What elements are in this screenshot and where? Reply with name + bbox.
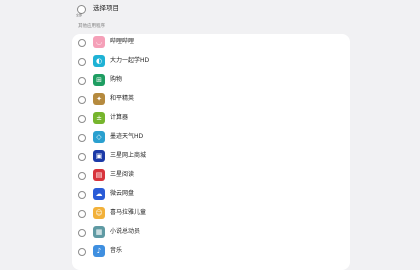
app-list-item[interactable]: ☁ 微云网盘 (72, 186, 350, 205)
app-label: 哔哩哔哩 (110, 38, 135, 45)
app-list-item[interactable]: ✦ 和平精英 (72, 91, 350, 110)
peace-elite-icon: ✦ (93, 93, 105, 105)
app-checkbox[interactable] (78, 115, 86, 123)
app-label: 购物 (110, 76, 123, 83)
app-label: 微云网盘 (110, 190, 135, 197)
app-label: 大力一起学HD (110, 57, 150, 64)
app-list-item[interactable]: ▣ 三星网上商城 (72, 148, 350, 167)
app-label: 计算器 (110, 114, 129, 121)
samsung-reader-icon: ▤ (93, 169, 105, 181)
app-checkbox[interactable] (78, 210, 86, 218)
app-checkbox[interactable] (78, 58, 86, 66)
moji-weather-icon: ◇ (93, 131, 105, 143)
ximalaya-kids-icon: ☺ (93, 207, 105, 219)
app-checkbox[interactable] (78, 96, 86, 104)
app-checkbox[interactable] (78, 229, 86, 237)
app-checkbox[interactable] (78, 153, 86, 161)
app-label: 三星网上商城 (110, 152, 147, 159)
page-title: 选择项目 (93, 4, 119, 12)
app-list-item[interactable]: ♪ 音乐 (72, 243, 350, 262)
weiyun-icon: ☁ (93, 188, 105, 200)
app-checkbox[interactable] (78, 134, 86, 142)
app-label: 墨迹天气HD (110, 133, 144, 140)
app-list-item[interactable]: ▦ 小说总动员 (72, 224, 350, 243)
bilibili-icon: ◡ (93, 36, 105, 48)
dali-icon: ◐ (93, 55, 105, 67)
app-list-item[interactable]: ◇ 墨迹天气HD (72, 129, 350, 148)
app-list-item[interactable]: ◡ 哔哩哔哩 (72, 34, 350, 53)
app-label: 三星阅读 (110, 171, 135, 178)
select-all-label: 全部 (76, 13, 83, 17)
app-checkbox[interactable] (78, 39, 86, 47)
app-list-item[interactable]: ⊞ 购物 (72, 72, 350, 91)
app-checkbox[interactable] (78, 172, 86, 180)
samsung-store-icon: ▣ (93, 150, 105, 162)
header: 全部 选择项目 (0, 0, 420, 24)
app-label: 喜马拉雅儿童 (110, 209, 147, 216)
app-checkbox[interactable] (78, 191, 86, 199)
novel-icon: ▦ (93, 226, 105, 238)
app-list-card: ◡ 哔哩哔哩 ◐ 大力一起学HD ⊞ 购物 ✦ 和平精英 ± 计算器 ◇ 墨迹天气HD ▣ 三星网上商城 ▤… (72, 34, 350, 270)
app-label: 和平精英 (110, 95, 135, 102)
app-list-item[interactable]: ± 计算器 (72, 110, 350, 129)
app-label: 音乐 (110, 247, 123, 254)
section-title: 其他应用程序 (78, 24, 105, 29)
app-label: 小说总动员 (110, 228, 141, 235)
app-checkbox[interactable] (78, 77, 86, 85)
music-icon: ♪ (93, 245, 105, 257)
app-checkbox[interactable] (78, 248, 86, 256)
calculator-icon: ± (93, 112, 105, 124)
app-list-item[interactable]: ☺ 喜马拉雅儿童 (72, 205, 350, 224)
app-list-item[interactable]: ▤ 三星阅读 (72, 167, 350, 186)
app-list-item[interactable]: ◐ 大力一起学HD (72, 53, 350, 72)
shopping-icon: ⊞ (93, 74, 105, 86)
